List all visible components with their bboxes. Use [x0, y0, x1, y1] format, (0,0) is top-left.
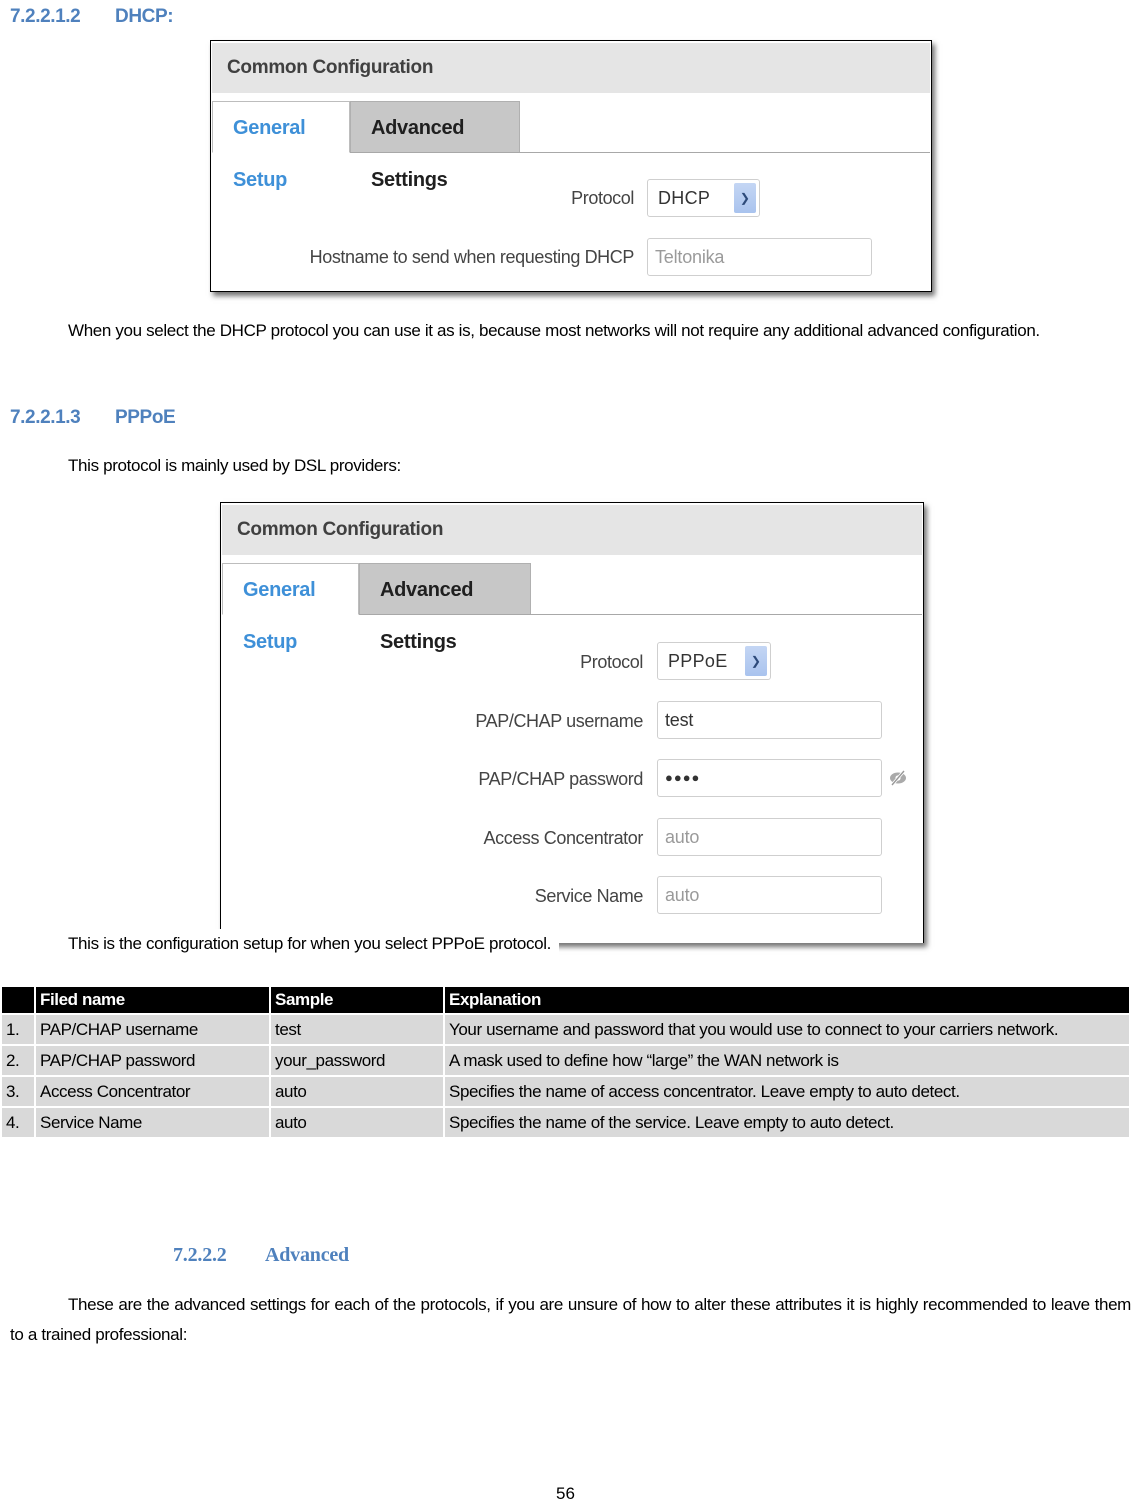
protocol-label: Protocol: [571, 188, 634, 208]
tab-bar: General Setup Advanced Settings: [222, 563, 922, 653]
row-number: 1.: [2, 1015, 34, 1044]
protocol-value: DHCP: [658, 188, 711, 208]
section-number: 7.2.2.1.2: [10, 6, 81, 27]
protocol-label: Protocol: [580, 652, 643, 672]
username-label: PAP/CHAP username: [475, 711, 643, 731]
panel-title: Common Configuration: [222, 505, 922, 555]
service-name-row: Service Name auto: [221, 876, 923, 916]
section-heading-dhcp: 7.2.2.1.2 DHCP:: [10, 6, 174, 28]
column-header-sample: Sample: [271, 987, 443, 1013]
row-number: 2.: [2, 1046, 34, 1075]
table-row: 1. PAP/CHAP username test Your username …: [2, 1015, 1129, 1044]
section-number: 7.2.2.1.3: [10, 407, 81, 428]
column-header-number: [2, 987, 34, 1013]
section-heading-pppoe: 7.2.2.1.3 PPPoE: [10, 407, 176, 429]
tab-advanced-settings[interactable]: Advanced Settings: [359, 563, 531, 653]
password-label: PAP/CHAP password: [478, 769, 643, 789]
hostname-row: Hostname to send when requesting DHCP Te…: [211, 237, 931, 277]
explanation-cell: Your username and password that you woul…: [445, 1015, 1129, 1044]
service-name-label: Service Name: [534, 886, 644, 906]
sample-cell: your_password: [271, 1046, 443, 1075]
explanation-cell: Specifies the name of the service. Leave…: [445, 1108, 1129, 1137]
pppoe-intro-paragraph: This protocol is mainly used by DSL prov…: [68, 456, 401, 475]
eye-slash-icon[interactable]: [888, 768, 908, 788]
pppoe-fields-table: Filed name Sample Explanation 1. PAP/CHA…: [0, 985, 1131, 1139]
panel-title: Common Configuration: [212, 43, 930, 93]
table-row: 2. PAP/CHAP password your_password A mas…: [2, 1046, 1129, 1075]
sample-cell: auto: [271, 1077, 443, 1106]
column-header-explanation: Explanation: [445, 987, 1129, 1013]
access-concentrator-input[interactable]: auto: [657, 818, 882, 856]
hostname-label: Hostname to send when requesting DHCP: [309, 247, 635, 267]
service-name-input[interactable]: auto: [657, 876, 882, 914]
protocol-select[interactable]: PPPoE ❯: [657, 642, 771, 680]
tab-general-setup[interactable]: General Setup: [222, 563, 359, 653]
access-concentrator-row: Access Concentrator auto: [221, 818, 923, 858]
protocol-row: Protocol PPPoE ❯: [221, 642, 923, 682]
row-number: 3.: [2, 1077, 34, 1106]
section-title: Advanced: [265, 1244, 349, 1266]
field-name-cell: PAP/CHAP password: [36, 1046, 269, 1075]
sample-cell: test: [271, 1015, 443, 1044]
table-row: 4. Service Name auto Specifies the name …: [2, 1108, 1129, 1137]
chevron-down-icon[interactable]: ❯: [745, 646, 767, 676]
section-title: DHCP:: [115, 6, 174, 27]
row-number: 4.: [2, 1108, 34, 1137]
column-header-field-name: Filed name: [36, 987, 269, 1013]
pppoe-config-screenshot: Common Configuration General Setup Advan…: [220, 502, 924, 943]
field-name-cell: PAP/CHAP username: [36, 1015, 269, 1044]
access-concentrator-label: Access Concentrator: [483, 828, 644, 848]
page-number: 56: [556, 1484, 575, 1503]
advanced-intro-paragraph: These are the advanced settings for each…: [10, 1295, 1131, 1344]
chevron-down-icon[interactable]: ❯: [734, 183, 756, 213]
sample-cell: auto: [271, 1108, 443, 1137]
table-row: 3. Access Concentrator auto Specifies th…: [2, 1077, 1129, 1106]
password-input[interactable]: ●●●●: [657, 759, 882, 797]
explanation-cell: A mask used to define how “large” the WA…: [445, 1046, 1129, 1075]
section-title: PPPoE: [115, 407, 176, 428]
dhcp-note-paragraph: When you select the DHCP protocol you ca…: [68, 321, 1040, 340]
tab-advanced-settings[interactable]: Advanced Settings: [350, 101, 520, 191]
username-row: PAP/CHAP username test: [221, 701, 923, 741]
tab-bar: General Setup Advanced Settings: [212, 101, 930, 191]
protocol-row: Protocol DHCP ❯: [211, 178, 931, 218]
hostname-input[interactable]: Teltonika: [647, 238, 872, 276]
dhcp-config-screenshot: Common Configuration General Setup Advan…: [210, 40, 932, 292]
protocol-value: PPPoE: [668, 651, 728, 671]
explanation-cell: Specifies the name of access concentrato…: [445, 1077, 1129, 1106]
section-heading-advanced: 7.2.2.2 Advanced: [173, 1244, 349, 1267]
protocol-select[interactable]: DHCP ❯: [647, 179, 760, 217]
pppoe-caption-paragraph: This is the configuration setup for when…: [10, 929, 560, 959]
field-name-cell: Access Concentrator: [36, 1077, 269, 1106]
table-header-row: Filed name Sample Explanation: [2, 987, 1129, 1013]
password-row: PAP/CHAP password ●●●●: [221, 759, 923, 799]
field-name-cell: Service Name: [36, 1108, 269, 1137]
username-input[interactable]: test: [657, 701, 882, 739]
section-number: 7.2.2.2: [173, 1244, 227, 1266]
tab-general-setup[interactable]: General Setup: [212, 101, 350, 191]
